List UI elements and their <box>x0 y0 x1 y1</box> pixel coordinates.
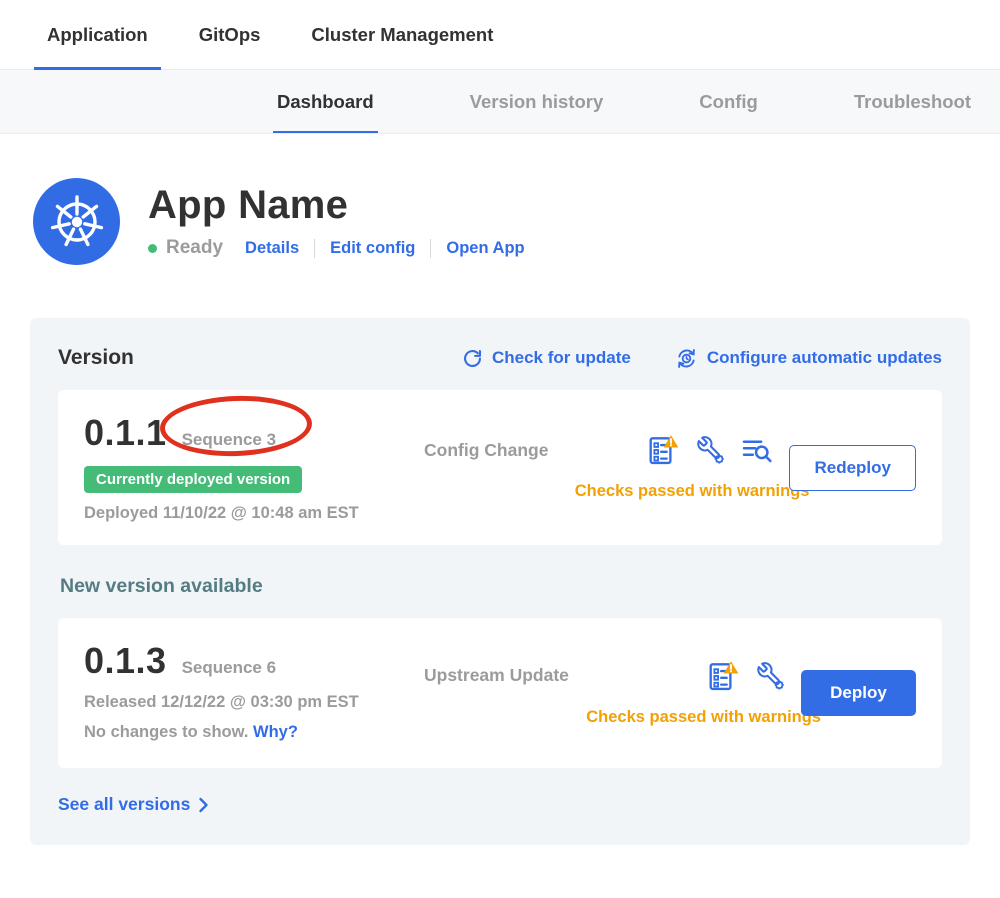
divider <box>314 239 315 258</box>
nav-item-gitops[interactable]: GitOps <box>186 0 274 69</box>
check-for-update-label: Check for update <box>492 348 631 368</box>
current-version-action: Redeploy <box>773 412 916 523</box>
kubernetes-logo <box>33 178 120 265</box>
version-source-label: Upstream Update <box>424 665 569 686</box>
status-badge: Ready <box>166 237 223 259</box>
current-version-card: 0.1.1 Sequence 3 Currently deployed vers… <box>58 390 942 545</box>
current-version-sequence: Sequence 3 <box>182 430 277 450</box>
wrench-gear-icon[interactable] <box>755 661 785 691</box>
app-meta: Ready Details Edit config Open App <box>148 237 525 259</box>
primary-nav: Application GitOps Cluster Management <box>0 0 1000 70</box>
preflight-checklist-icon[interactable] <box>647 434 679 466</box>
secondary-nav: Dashboard Version history Config Trouble… <box>0 70 1000 134</box>
app-header: App Name Ready Details Edit config Open … <box>33 178 1000 265</box>
version-action-icons <box>647 434 773 466</box>
why-link[interactable]: Why? <box>253 723 298 741</box>
see-all-versions-label: See all versions <box>58 794 190 815</box>
nav-item-cluster-management[interactable]: Cluster Management <box>298 0 506 69</box>
deployed-timestamp: Deployed 11/10/22 @ 10:48 am EST <box>84 504 424 523</box>
chevron-right-icon <box>198 797 209 813</box>
new-version-action: Deploy <box>785 640 916 746</box>
tab-label: Troubleshoot <box>854 91 971 113</box>
wrench-gear-icon[interactable] <box>695 435 725 465</box>
tab-config[interactable]: Config <box>699 70 758 133</box>
tab-version-history[interactable]: Version history <box>470 70 604 133</box>
version-action-icons <box>707 660 785 692</box>
new-version-status-area: Upstream Update <box>424 640 785 746</box>
nav-item-label: Application <box>47 24 148 46</box>
see-all-versions-link[interactable]: See all versions <box>58 794 209 815</box>
tab-label: Config <box>699 91 758 113</box>
open-app-link[interactable]: Open App <box>446 239 524 258</box>
details-link[interactable]: Details <box>245 239 299 258</box>
current-version-number: 0.1.1 <box>84 412 167 454</box>
version-panel: Version Check for update <box>30 318 970 845</box>
checks-warning-text: Checks passed with warnings <box>424 708 821 727</box>
tab-label: Dashboard <box>277 91 374 113</box>
new-version-card: 0.1.3 Sequence 6 Released 12/12/22 @ 03:… <box>58 618 942 768</box>
checks-warning-text: Checks passed with warnings <box>424 482 809 501</box>
preflight-checklist-icon[interactable] <box>707 660 739 692</box>
new-version-info: 0.1.3 Sequence 6 Released 12/12/22 @ 03:… <box>84 640 424 746</box>
status-dot-icon <box>148 244 157 253</box>
currently-deployed-badge: Currently deployed version <box>84 466 302 493</box>
current-version-info: 0.1.1 Sequence 3 Currently deployed vers… <box>84 412 424 523</box>
tab-label: Version history <box>470 91 604 113</box>
page-title: App Name <box>148 184 525 226</box>
new-version-available-heading: New version available <box>60 575 942 598</box>
nav-item-label: GitOps <box>199 24 261 46</box>
refresh-icon <box>462 348 483 369</box>
configure-automatic-updates-label: Configure automatic updates <box>707 348 942 368</box>
current-version-status-area: Config Change <box>424 412 773 523</box>
check-for-update-link[interactable]: Check for update <box>462 348 631 369</box>
released-timestamp: Released 12/12/22 @ 03:30 pm EST <box>84 693 424 712</box>
new-version-number: 0.1.3 <box>84 640 167 682</box>
deploy-button[interactable]: Deploy <box>801 670 916 716</box>
nav-item-label: Cluster Management <box>311 24 493 46</box>
tab-dashboard[interactable]: Dashboard <box>277 70 374 133</box>
scheduled-update-icon <box>675 347 698 370</box>
new-version-sequence: Sequence 6 <box>182 658 277 678</box>
tab-troubleshoot[interactable]: Troubleshoot <box>854 70 971 133</box>
version-source-label: Config Change <box>424 440 548 461</box>
version-panel-title: Version <box>58 346 418 370</box>
no-changes-text: No changes to show. <box>84 723 248 741</box>
view-logs-icon[interactable] <box>741 435 773 465</box>
version-panel-header: Version Check for update <box>58 346 942 370</box>
edit-config-link[interactable]: Edit config <box>330 239 415 258</box>
no-changes-line: No changes to show. Why? <box>84 723 424 742</box>
nav-item-application[interactable]: Application <box>34 0 161 69</box>
configure-automatic-updates-link[interactable]: Configure automatic updates <box>675 347 942 370</box>
divider <box>430 239 431 258</box>
redeploy-button[interactable]: Redeploy <box>789 445 916 491</box>
